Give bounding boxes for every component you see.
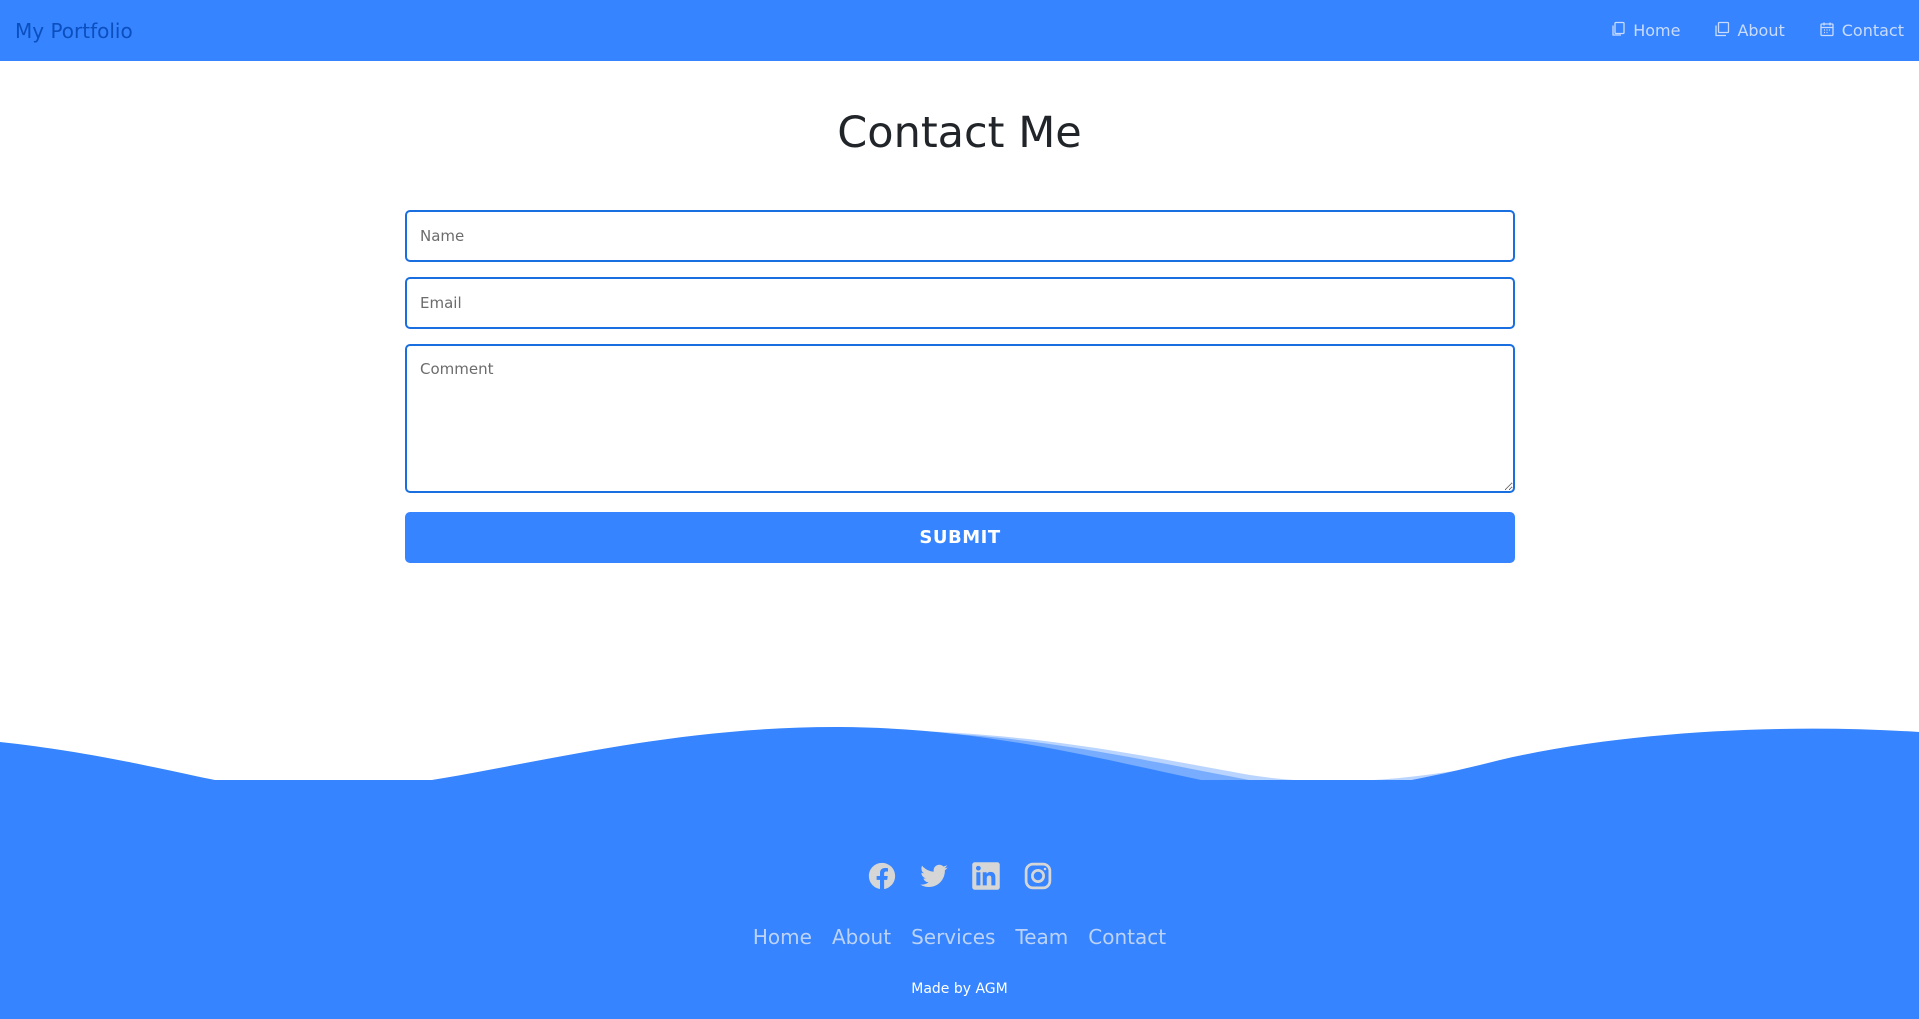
top-navbar: My Portfolio Home About Contact — [0, 0, 1919, 61]
facebook-icon[interactable] — [867, 861, 897, 891]
submit-button[interactable]: SUBMIT — [405, 512, 1515, 563]
nav-contact-link[interactable]: Contact — [1819, 21, 1904, 41]
footer-credit: Made by AGM — [911, 981, 1008, 997]
footer-link-contact[interactable]: Contact — [1088, 925, 1166, 949]
footer-link-about[interactable]: About — [832, 925, 891, 949]
linkedin-icon[interactable] — [971, 861, 1001, 891]
nav-about-label: About — [1737, 21, 1785, 40]
nav-about-link[interactable]: About — [1714, 21, 1785, 41]
footer-menu: Home About Services Team Contact — [0, 925, 1919, 949]
social-links — [0, 861, 1919, 891]
about-page-icon — [1714, 21, 1730, 41]
home-page-icon — [1610, 21, 1626, 41]
footer-link-team[interactable]: Team — [1015, 925, 1068, 949]
name-input[interactable] — [405, 210, 1515, 262]
contact-form: SUBMIT — [405, 210, 1515, 563]
instagram-icon[interactable] — [1023, 861, 1053, 891]
comment-textarea[interactable] — [405, 344, 1515, 493]
nav-home-label: Home — [1633, 21, 1681, 40]
nav-contact-label: Contact — [1841, 21, 1904, 40]
email-input[interactable] — [405, 277, 1515, 329]
nav-links: Home About Contact — [1610, 21, 1904, 41]
calendar-icon — [1819, 21, 1835, 41]
brand-link[interactable]: My Portfolio — [15, 19, 133, 43]
page-title: Contact Me — [837, 108, 1082, 158]
footer-link-home[interactable]: Home — [753, 925, 812, 949]
twitter-icon[interactable] — [919, 861, 949, 891]
footer: Home About Services Team Contact Made by… — [0, 720, 1919, 1019]
footer-link-services[interactable]: Services — [911, 925, 995, 949]
nav-home-link[interactable]: Home — [1610, 21, 1680, 41]
